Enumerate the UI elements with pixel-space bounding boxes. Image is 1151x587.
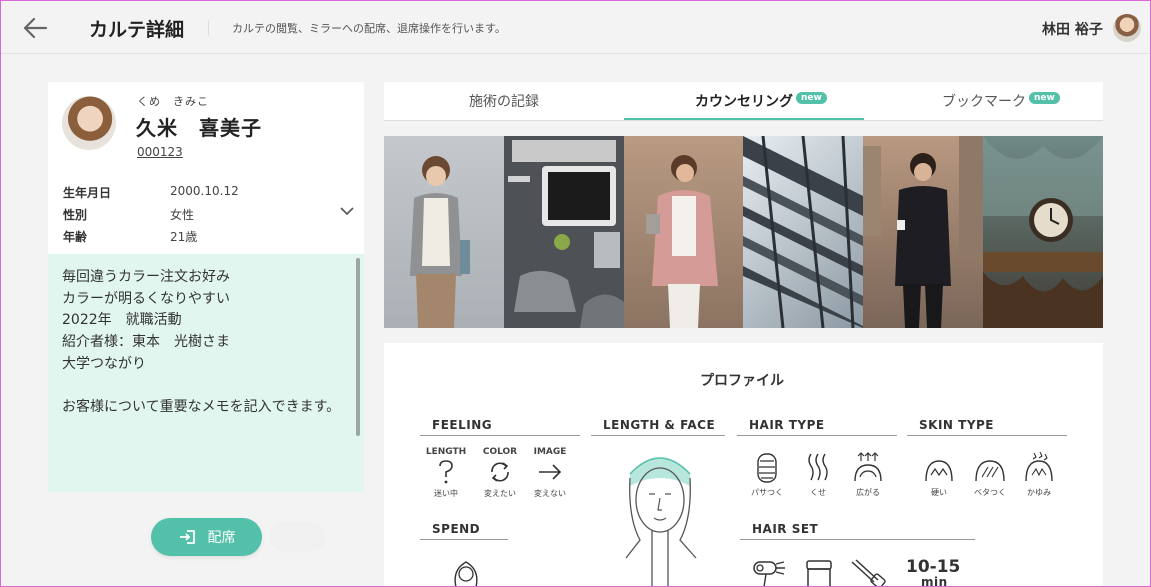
- tab-treatment-records[interactable]: 施術の記録: [384, 82, 624, 121]
- page-subtitle: カルテの閲覧、ミラーへの配席、退席操作を行います。: [232, 22, 506, 35]
- hair-set-heading: HAIR SET: [752, 522, 819, 536]
- profile-title: プロファイル: [700, 373, 784, 389]
- photo-gallery: [384, 136, 1103, 328]
- length-face-heading: LENGTH & FACE: [603, 418, 716, 432]
- seat-button-label: 配席: [207, 530, 236, 546]
- gallery-photo[interactable]: [743, 136, 864, 328]
- face-length-illustration[interactable]: [620, 448, 700, 587]
- gallery-photo[interactable]: [983, 136, 1103, 328]
- birthdate-label: 生年月日: [63, 186, 112, 200]
- tab-label: 施術の記録: [469, 94, 539, 110]
- header-divider: [208, 20, 209, 36]
- dry-hair-icon[interactable]: [755, 452, 779, 484]
- customer-id-link[interactable]: 000123: [137, 145, 183, 159]
- tab-label: ブックマーク: [942, 94, 1026, 110]
- new-badge: new: [1029, 92, 1060, 104]
- memo-line: カラーが明るくなりやすい: [62, 290, 230, 307]
- tab-bookmarks[interactable]: ブックマーク: [864, 82, 1104, 121]
- tab-counseling[interactable]: カウンセリング: [624, 82, 864, 121]
- customer-avatar: [62, 96, 116, 150]
- user-name[interactable]: 林田 裕子: [1042, 19, 1103, 39]
- arrow-right-icon[interactable]: [537, 462, 563, 482]
- user-avatar[interactable]: [1113, 14, 1141, 42]
- feeling-image-label: IMAGE: [533, 447, 567, 457]
- gallery-photo[interactable]: [503, 136, 624, 328]
- secondary-button[interactable]: [270, 522, 326, 552]
- spread-hair-icon[interactable]: [852, 451, 884, 483]
- wallet-icon[interactable]: [450, 556, 482, 587]
- hair-iron-icon[interactable]: [850, 558, 886, 587]
- memo-line: [62, 375, 350, 397]
- gallery-photo[interactable]: [384, 136, 504, 328]
- section-divider: [907, 435, 1067, 436]
- memo-line: お客様について重要なメモを記入できます。: [62, 399, 341, 416]
- tab-label: カウンセリング: [695, 94, 793, 110]
- tab-bar: 施術の記録 カウンセリング ブックマーク new new: [384, 82, 1103, 121]
- birthdate-value: 2000.10.12: [170, 184, 239, 198]
- hair-type-heading: HAIR TYPE: [749, 418, 825, 432]
- itchy-skin-icon[interactable]: [1024, 451, 1054, 483]
- memo-line: 大学つながり: [62, 355, 146, 372]
- dry-skin-icon[interactable]: [924, 455, 954, 483]
- feeling-color-caption: 変えたい: [484, 489, 516, 498]
- skin-type-heading: SKIN TYPE: [919, 418, 994, 432]
- new-badge: new: [796, 92, 827, 104]
- section-divider: [591, 435, 725, 436]
- skin-type-caption: かゆみ: [1027, 488, 1051, 497]
- spend-heading: SPEND: [432, 522, 481, 536]
- age-label: 年齢: [63, 230, 88, 244]
- gender-value: 女性: [170, 208, 195, 222]
- hair-type-caption: くせ: [810, 488, 826, 497]
- section-divider: [420, 435, 580, 436]
- gender-label: 性別: [63, 208, 88, 222]
- feeling-color-label: COLOR: [482, 447, 518, 457]
- customer-kana: くめ きみこ: [137, 95, 209, 108]
- feeling-heading: FEELING: [432, 418, 493, 432]
- skin-type-caption: 硬い: [931, 488, 947, 497]
- feeling-image-caption: 変えない: [534, 489, 566, 498]
- wavy-hair-icon[interactable]: [806, 452, 830, 482]
- memo-line: 2022年 就職活動: [62, 312, 182, 329]
- page-title: カルテ詳細: [89, 19, 185, 41]
- hair-type-caption: 広がる: [856, 488, 880, 497]
- feeling-length-caption: 迷い中: [434, 489, 458, 498]
- age-value: 21歳: [170, 230, 198, 244]
- section-divider: [420, 539, 508, 540]
- hair-type-caption: パサつく: [751, 488, 783, 497]
- customer-name: 久米 喜美子: [136, 116, 262, 140]
- hair-wax-icon[interactable]: [804, 557, 834, 587]
- memo-line: 毎回違うカラー注文お好み: [62, 269, 230, 285]
- gallery-photo[interactable]: [623, 136, 744, 328]
- feeling-length-label: LENGTH: [425, 447, 467, 457]
- oily-skin-icon[interactable]: [974, 455, 1006, 483]
- question-icon[interactable]: [437, 459, 455, 485]
- customer-memo[interactable]: 毎回違うカラー注文お好み カラーが明るくなりやすい 2022年 就職活動 紹介者…: [48, 254, 364, 492]
- cycle-icon[interactable]: [487, 459, 513, 485]
- app-header: カルテ詳細 カルテの閲覧、ミラーへの配席、退席操作を行います。 林田 裕子: [0, 0, 1151, 54]
- memo-line: 紹介者様：東本 光樹さま: [62, 334, 230, 351]
- gallery-photo[interactable]: [863, 136, 984, 328]
- chevron-down-icon[interactable]: [340, 206, 354, 216]
- seat-button[interactable]: 配席: [151, 518, 262, 556]
- skin-type-caption: ベタつく: [974, 488, 1006, 497]
- enter-icon: [179, 530, 195, 544]
- hair-dryer-icon[interactable]: [752, 558, 786, 587]
- active-tab-underline: [624, 118, 864, 120]
- memo-scrollbar[interactable]: [356, 258, 360, 436]
- back-arrow-icon[interactable]: [22, 16, 48, 40]
- section-divider: [740, 539, 975, 540]
- hair-set-time-unit: min: [921, 575, 948, 587]
- section-divider: [737, 435, 897, 436]
- hair-set-time-value: 10-15: [906, 557, 961, 577]
